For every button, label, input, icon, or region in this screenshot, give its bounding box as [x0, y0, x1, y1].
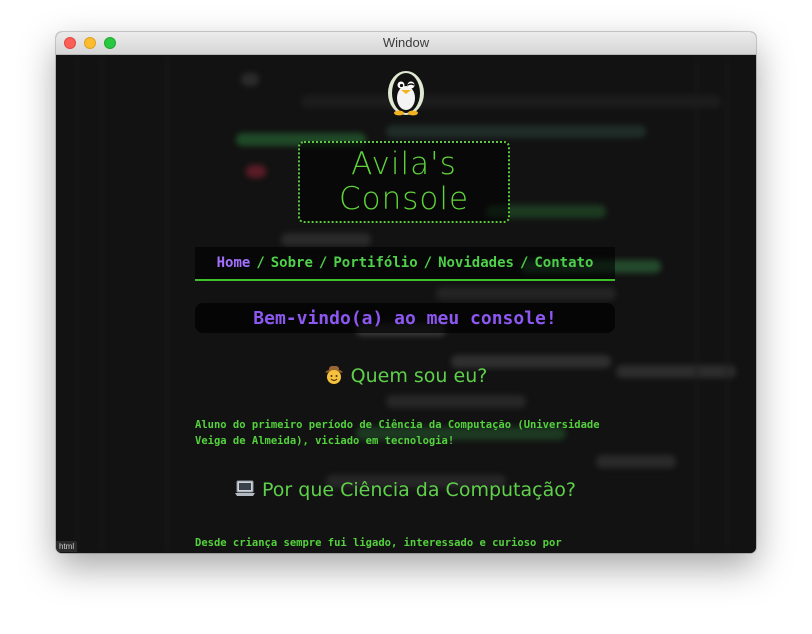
main-nav: Home / Sobre / Portifólio / Novidades / …	[195, 247, 615, 281]
cowboy-face-icon	[323, 363, 345, 390]
logo-line-2: Console	[338, 181, 470, 217]
logo-line-1: Avila's	[351, 146, 457, 182]
nav-separator: /	[256, 255, 265, 271]
nav-item-novidades[interactable]: Novidades	[438, 255, 514, 271]
welcome-banner: Bem-vindo(a) ao meu console!	[195, 303, 615, 333]
nav-separator: /	[318, 255, 328, 271]
browser-window: Window Avila's Console Home / Sobre / Po…	[56, 32, 756, 553]
laptop-icon	[234, 479, 256, 502]
title-bar: Window	[56, 32, 756, 55]
nav-item-home[interactable]: Home	[217, 255, 251, 271]
section-text-why-cs: Desde criança sempre fui ligado, interes…	[195, 537, 562, 549]
nav-item-portifolio[interactable]: Portifólio	[333, 255, 417, 271]
window-title: Window	[382, 35, 430, 50]
section-heading-why-cs: Por que Ciência da Computação?	[195, 479, 615, 502]
nav-item-contato[interactable]: Contato	[534, 255, 593, 271]
nav-separator: /	[519, 255, 529, 271]
nav-separator: /	[423, 255, 433, 271]
page-content[interactable]: Avila's Console Home / Sobre / Portifóli…	[56, 55, 756, 553]
status-badge: html	[56, 541, 78, 552]
site-logo[interactable]: Avila's Console	[298, 141, 510, 223]
penguin-avatar-icon	[386, 69, 426, 117]
section-title-about: Quem sou eu?	[350, 365, 488, 387]
section-text-about: Aluno do primeiro período de Ciência da …	[195, 419, 600, 447]
section-heading-about: Quem sou eu?	[195, 363, 615, 390]
nav-item-sobre[interactable]: Sobre	[271, 255, 313, 271]
section-title-why-cs: Por que Ciência da Computação?	[262, 479, 576, 501]
